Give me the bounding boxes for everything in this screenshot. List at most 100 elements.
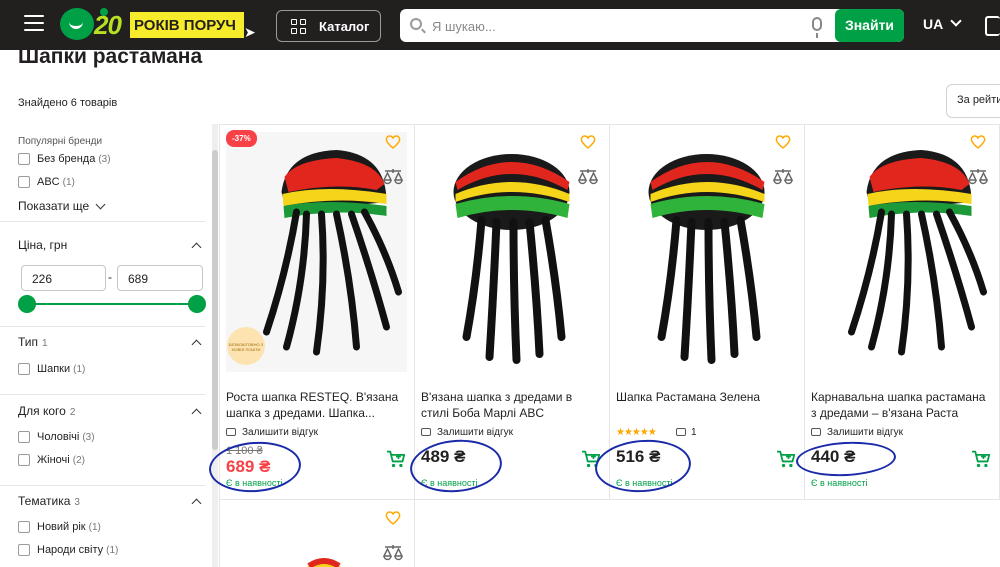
price-slider-max-handle[interactable]	[188, 295, 206, 313]
brands-title: Популярні бренди	[18, 136, 103, 147]
heart-icon[interactable]	[385, 134, 401, 150]
price-slider-track	[26, 303, 197, 305]
cart-icon[interactable]	[776, 450, 796, 468]
product-image[interactable]	[616, 132, 797, 372]
checkbox[interactable]	[18, 544, 30, 556]
review-label: Залишити відгук	[437, 427, 513, 438]
for-whom-filter-title[interactable]: Для кого 2	[18, 404, 75, 418]
annotation-circle	[207, 438, 303, 496]
filter-count: (1)	[62, 177, 75, 188]
checkbox[interactable]	[18, 153, 30, 165]
chevron-up-icon[interactable]	[191, 242, 202, 253]
compare-icon[interactable]	[968, 168, 988, 186]
divider	[0, 485, 205, 486]
chevron-up-icon[interactable]	[191, 408, 202, 419]
product-grid: -37% БЕЗКОШТОВНО З НОВОЇ ПОШТИ Роста шап…	[207, 124, 1000, 567]
found-count: Знайдено 6 товарів	[18, 97, 118, 109]
catalog-label: Каталог	[319, 19, 370, 34]
product-title[interactable]: В'язана шапка з дредами в стилі Боба Мар…	[421, 389, 603, 421]
product-card[interactable]: Шапка Растамана Зелена ★★★★★ 1 516 ₴ Є в…	[593, 124, 804, 499]
filter-label: Без бренда	[37, 153, 96, 165]
product-image[interactable]	[289, 546, 359, 567]
checkbox[interactable]	[18, 363, 30, 375]
review-label: Залишити відгук	[242, 427, 318, 438]
chevron-down-icon[interactable]	[95, 199, 106, 210]
heart-icon[interactable]	[385, 510, 401, 526]
logo-text: РОКІВ ПОРУЧ	[130, 12, 244, 38]
search-icon	[410, 18, 422, 30]
checkbox[interactable]	[18, 521, 30, 533]
chevron-down-icon[interactable]	[950, 15, 962, 27]
for-whom-count: 2	[69, 407, 76, 418]
filter-count: (3)	[82, 432, 95, 443]
product-image[interactable]	[421, 132, 602, 372]
review-count: 1	[691, 427, 697, 438]
type-title: Тип	[18, 335, 39, 349]
discount-badge: -37%	[226, 130, 257, 147]
language-selector[interactable]: UA	[923, 16, 943, 32]
search-button[interactable]: Знайти	[835, 9, 904, 42]
divider	[0, 221, 205, 222]
sidebar-scrollbar[interactable]	[212, 124, 218, 567]
chat-icon	[811, 428, 821, 436]
stock-status: Є в наявності	[811, 478, 868, 488]
logo-number: 20	[94, 10, 122, 40]
price-slider-min-handle[interactable]	[18, 295, 36, 313]
grid-icon	[291, 19, 307, 35]
rating-stars: ★★★★★	[616, 427, 657, 438]
review-label: Залишити відгук	[827, 427, 903, 438]
sort-select[interactable]: За рейти	[946, 84, 1000, 118]
catalog-button[interactable]: Каталог	[276, 10, 381, 42]
logo[interactable]: 20 РОКІВ ПОРУЧ ➤	[60, 8, 256, 40]
divider	[0, 394, 205, 395]
compare-icon[interactable]	[383, 168, 403, 186]
heart-icon[interactable]	[580, 134, 596, 150]
menu-icon[interactable]	[24, 15, 44, 33]
cart-icon[interactable]	[971, 450, 991, 468]
chevron-up-icon[interactable]	[191, 498, 202, 509]
filter-label: Народи світу	[37, 544, 104, 556]
price-min-input[interactable]: 226	[21, 265, 106, 291]
product-card[interactable]: Карнавальна шапка растамана з дредами – …	[795, 124, 999, 499]
checkbox[interactable]	[18, 431, 30, 443]
heart-icon[interactable]	[970, 134, 986, 150]
annotation-circle	[795, 439, 897, 479]
type-filter-title[interactable]: Тип 1	[18, 335, 48, 349]
filters-sidebar: Популярні бренди Без бренда (3) ABC (1) По…	[0, 124, 218, 567]
filter-count: (2)	[72, 455, 85, 466]
chevron-up-icon[interactable]	[191, 339, 202, 350]
user-icon[interactable]	[985, 16, 1000, 36]
heart-icon[interactable]	[775, 134, 791, 150]
checkbox[interactable]	[18, 176, 30, 188]
product-card[interactable]	[219, 500, 414, 567]
checkbox[interactable]	[18, 454, 30, 466]
theme-title: Тематика	[18, 494, 71, 508]
product-image[interactable]	[811, 132, 992, 372]
filter-count: (1)	[106, 545, 119, 556]
filter-label: Жіночі	[37, 454, 70, 466]
price-dash: -	[108, 270, 112, 284]
theme-count: 3	[74, 497, 80, 508]
product-title[interactable]: Роста шапка RESTEQ. В'язана шапка з дред…	[226, 389, 408, 421]
show-more-link[interactable]: Показати ще	[18, 199, 89, 213]
search-input[interactable]	[432, 16, 792, 36]
product-title[interactable]: Карнавальна шапка растамана з дредами – …	[811, 389, 993, 421]
compare-icon[interactable]	[773, 168, 793, 186]
logo-smile-icon	[60, 8, 94, 40]
theme-filter-title[interactable]: Тематика 3	[18, 494, 80, 508]
compare-icon[interactable]	[578, 168, 598, 186]
price-max-input[interactable]: 689	[117, 265, 203, 291]
product-card[interactable]: -37% БЕЗКОШТОВНО З НОВОЇ ПОШТИ Роста шап…	[207, 124, 414, 499]
compare-icon[interactable]	[383, 544, 403, 562]
page-title: Шапки растамана	[18, 45, 203, 68]
scrollbar-thumb[interactable]	[212, 150, 218, 450]
product-card[interactable]: В'язана шапка з дредами в стилі Боба Мар…	[407, 124, 609, 499]
price-filter-title[interactable]: Ціна, грн	[18, 238, 67, 252]
mic-icon[interactable]	[812, 17, 822, 38]
chat-icon	[226, 428, 236, 436]
filter-count: (1)	[88, 522, 101, 533]
chat-icon	[421, 428, 431, 436]
product-title[interactable]: Шапка Растамана Зелена	[616, 389, 798, 405]
for-whom-title: Для кого	[18, 404, 66, 418]
cart-icon[interactable]	[386, 450, 406, 468]
